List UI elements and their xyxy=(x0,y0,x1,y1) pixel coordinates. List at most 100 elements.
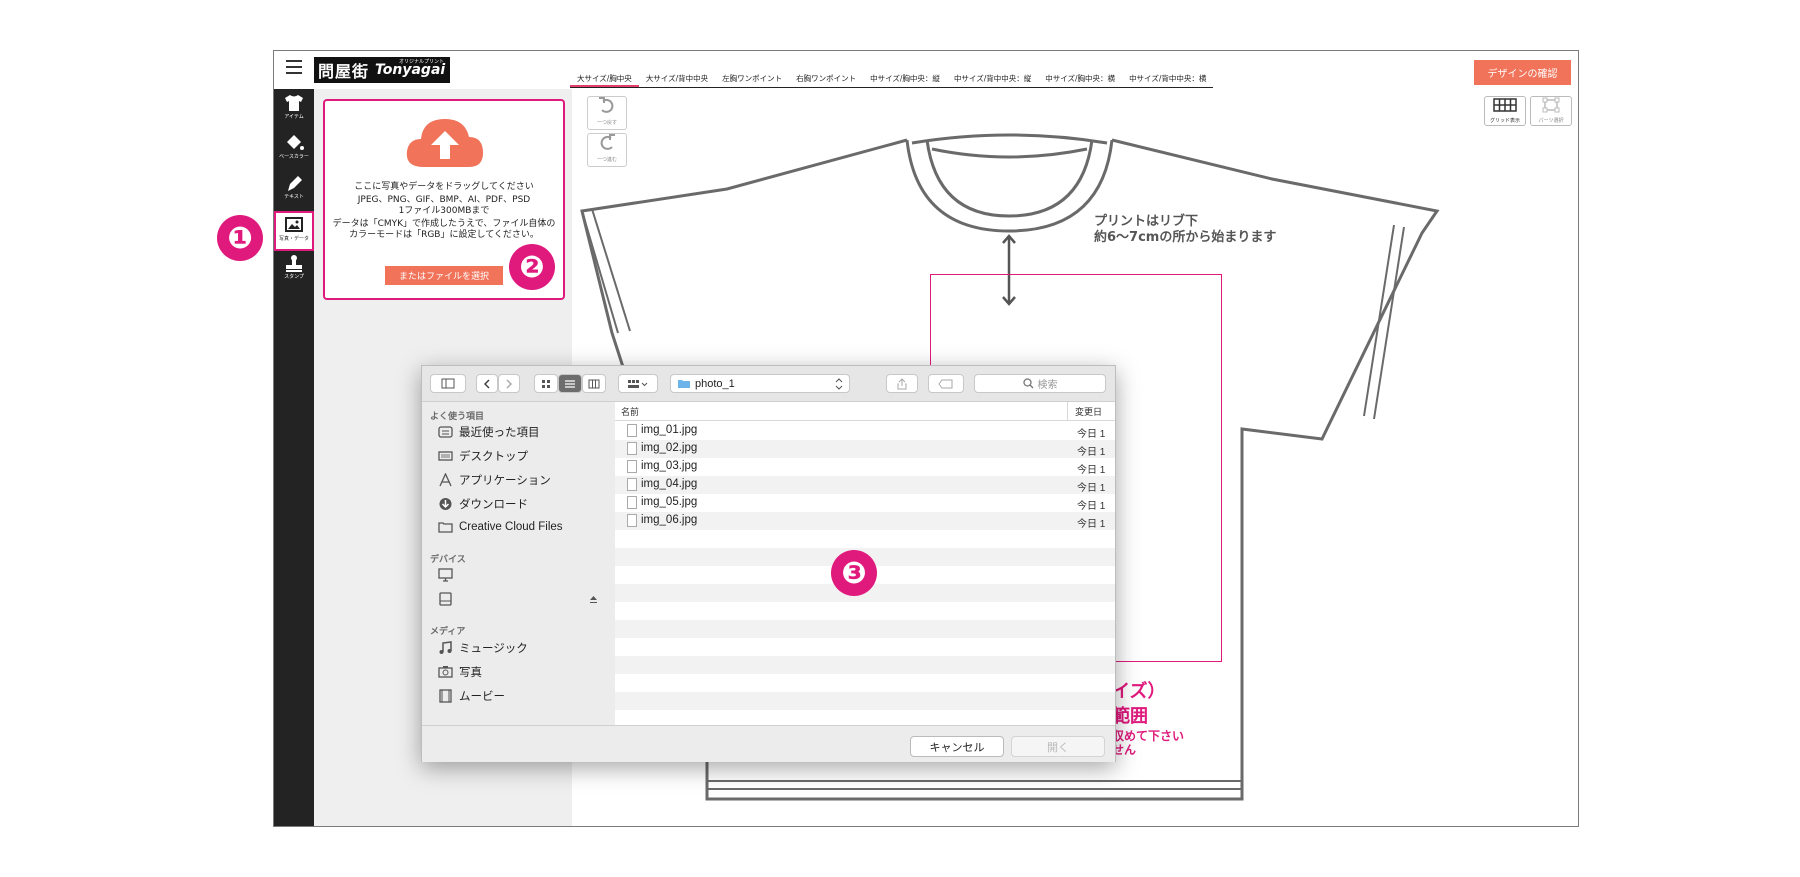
file-name: img_02.jpg xyxy=(641,442,698,454)
search-field[interactable]: 検索 xyxy=(974,374,1106,393)
column-header-name[interactable]: 名前 xyxy=(621,405,639,418)
sidebar-item-item[interactable]: アイテム xyxy=(274,91,314,131)
file-row[interactable]: img_04.jpg 今日 1 xyxy=(615,476,1115,494)
sidebar-item-desktop[interactable]: デスクトップ xyxy=(438,448,528,464)
list-view-icon xyxy=(565,379,575,388)
select-file-button[interactable]: またはファイルを選択 xyxy=(385,266,503,285)
sidebar-item-recent[interactable]: 最近使った項目 xyxy=(438,424,540,440)
file-row[interactable]: img_02.jpg 今日 1 xyxy=(615,440,1115,458)
sidebar-item-disk[interactable] xyxy=(438,592,459,606)
sidebar-item-applications[interactable]: アプリケーション xyxy=(438,472,551,488)
eject-icon[interactable] xyxy=(589,595,598,604)
sidebar-item-label: ベースカラー xyxy=(279,154,309,160)
sidebar-item-label: Creative Cloud Files xyxy=(459,521,563,533)
supported-formats: JPEG、PNG、GIF、BMP、AI、PDF、PSD xyxy=(357,195,531,205)
print-area-note: 収めて下さい せん xyxy=(1112,729,1184,757)
sidebar-item-photo-data[interactable]: 写真・データ xyxy=(274,211,314,251)
brand-logo[interactable]: 問屋街 Tonyagai オリジナルプリント xyxy=(314,57,450,83)
search-icon xyxy=(1022,378,1033,389)
disk-icon xyxy=(439,592,452,606)
logo-text: 問屋街 xyxy=(318,62,370,81)
sidebar-item-label: テキスト xyxy=(284,194,304,200)
file-row[interactable]: img_03.jpg 今日 1 xyxy=(615,458,1115,476)
download-icon xyxy=(439,498,452,510)
rib-note: プリントはリブ下 約6〜7cmの所から始まります xyxy=(1094,214,1276,246)
sidebar-item-label: ダウンロード xyxy=(459,499,528,511)
empty-row xyxy=(615,638,1115,656)
file-name: img_04.jpg xyxy=(641,478,698,490)
sidebar-item-computer[interactable] xyxy=(438,568,459,582)
size-limit: 1ファイル300MBまで xyxy=(398,206,490,216)
sidebar-item-base-color[interactable]: ベースカラー xyxy=(274,131,314,171)
file-open-dialog: photo_1 検索 よく使う項目 最近使った項目 デスクトップ アプリケーショ… xyxy=(421,365,1116,762)
file-icon xyxy=(627,496,637,509)
file-row[interactable]: img_06.jpg 今日 1 xyxy=(615,512,1115,530)
arrange-icon xyxy=(628,379,648,388)
computer-icon xyxy=(438,568,453,582)
sidebar-item-label: スタンプ xyxy=(284,274,304,280)
folder-path-select[interactable]: photo_1 xyxy=(670,374,850,393)
rib-note-line-1: プリントはリブ下 xyxy=(1094,214,1199,229)
film-icon xyxy=(439,689,452,703)
sidebar-item-label: アイテム xyxy=(284,114,304,120)
share-icon xyxy=(897,377,907,389)
file-icon xyxy=(627,460,637,473)
file-row[interactable]: img_01.jpg 今日 1 xyxy=(615,422,1115,440)
file-icon xyxy=(627,442,637,455)
column-view-button[interactable] xyxy=(582,374,606,393)
applications-icon xyxy=(439,473,452,487)
file-name: img_05.jpg xyxy=(641,496,698,508)
empty-row xyxy=(615,710,1115,725)
file-row[interactable]: img_05.jpg 今日 1 xyxy=(615,494,1115,512)
list-view-button[interactable] xyxy=(558,374,582,393)
file-name: img_01.jpg xyxy=(641,424,698,436)
dialog-toolbar: photo_1 検索 xyxy=(422,366,1115,402)
print-area-caption-line-1: イズ） xyxy=(1112,681,1166,702)
sidebar-item-label: ムービー xyxy=(459,691,505,703)
sidebar-item-text[interactable]: テキスト xyxy=(274,171,314,211)
sidebar-item-photos[interactable]: 写真 xyxy=(438,664,482,680)
file-date: 今日 1 xyxy=(1077,465,1106,476)
sidebar-item-music[interactable]: ミュージック xyxy=(438,640,528,656)
open-button[interactable]: 開く xyxy=(1011,736,1105,757)
back-button[interactable] xyxy=(476,374,498,393)
share-button[interactable] xyxy=(886,374,918,393)
sidebar-item-downloads[interactable]: ダウンロード xyxy=(438,496,528,512)
hamburger-menu-icon[interactable] xyxy=(286,60,302,74)
drag-instruction: ここに写真やデータをドラッグしてください xyxy=(354,182,534,192)
cloud-upload-icon xyxy=(406,119,483,167)
empty-row xyxy=(615,656,1115,674)
file-date: 今日 1 xyxy=(1077,447,1106,458)
sidebar-item-movies[interactable]: ムービー xyxy=(438,688,505,704)
sidebar-item-stamp[interactable]: スタンプ xyxy=(274,251,314,291)
folder-icon xyxy=(438,522,453,533)
file-formats-text: JPEG、PNG、GIF、BMP、AI、PDF、PSD 1ファイル300MBまで xyxy=(325,195,563,217)
print-area-caption: イズ） 範囲 xyxy=(1112,679,1165,729)
tag-button[interactable] xyxy=(928,374,964,393)
color-mode-note: データは「CMYK」で作成したうえで、ファイル自体のカラーモードは「RGB」に設… xyxy=(332,219,556,240)
tshirt-icon xyxy=(285,95,303,111)
arrange-button[interactable] xyxy=(618,374,658,393)
sidebar-item-creative-cloud[interactable]: Creative Cloud Files xyxy=(438,520,563,534)
forward-button[interactable] xyxy=(498,374,520,393)
file-icon xyxy=(627,424,637,437)
image-icon xyxy=(285,217,303,232)
sidebar-item-label: ミュージック xyxy=(459,643,528,655)
sidebar-item-label: デスクトップ xyxy=(459,451,528,463)
empty-row xyxy=(615,620,1115,638)
icon-view-button[interactable] xyxy=(534,374,558,393)
callout-3: ❸ xyxy=(831,550,877,596)
file-date: 今日 1 xyxy=(1077,429,1106,440)
recent-items-icon xyxy=(438,426,453,438)
sidebar-toggle-button[interactable] xyxy=(430,374,466,393)
file-date: 今日 1 xyxy=(1077,519,1106,530)
column-header-modified[interactable]: 変更日 xyxy=(1075,405,1102,418)
music-icon xyxy=(439,641,452,654)
media-header: メディア xyxy=(430,626,466,636)
empty-row xyxy=(615,602,1115,620)
cancel-button[interactable]: キャンセル xyxy=(910,736,1004,757)
logo-subtext: オリジナルプリント xyxy=(398,59,444,65)
callout-1: ❶ xyxy=(217,215,263,261)
sidebar-toggle-icon xyxy=(441,378,455,389)
file-list: 名前 変更日 img_01.jpg 今日 1 img_02.jpg 今日 1 i… xyxy=(615,402,1115,725)
